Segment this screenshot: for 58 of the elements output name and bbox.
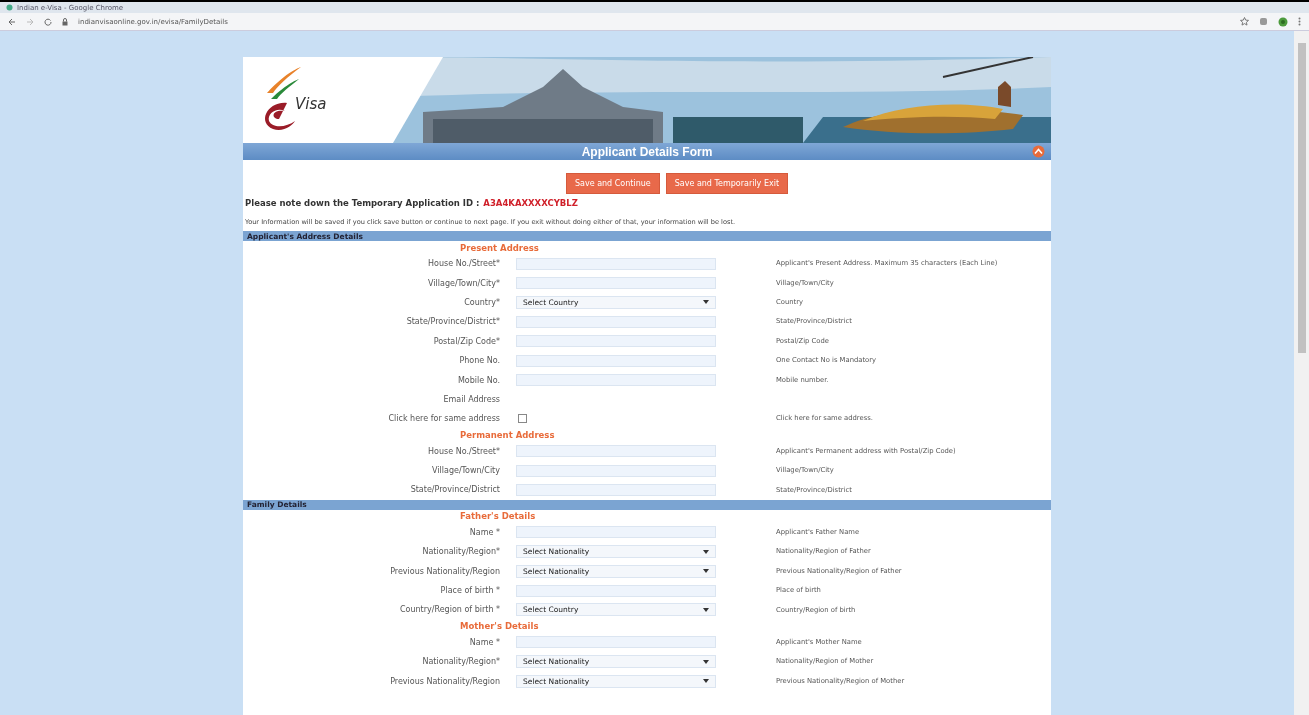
forward-icon[interactable] bbox=[26, 17, 34, 26]
field-label: Mobile No. bbox=[456, 375, 501, 385]
field-label: State/Province/District bbox=[409, 485, 501, 495]
caret-icon bbox=[703, 659, 709, 664]
field-label: Country* bbox=[463, 297, 501, 307]
group-heading: Father's Details bbox=[459, 510, 537, 523]
field-label: Village/Town/City* bbox=[427, 278, 501, 288]
field-label: House No./Street* bbox=[427, 259, 501, 269]
reload-icon[interactable] bbox=[44, 17, 52, 26]
temp-id-label: Please note down the Temporary Application ID : bbox=[245, 198, 480, 208]
field-label: Country/Region of birth * bbox=[399, 605, 501, 615]
field-label: Nationality/Region* bbox=[421, 547, 501, 557]
text-field[interactable] bbox=[516, 335, 716, 348]
field-label: Phone No. bbox=[458, 356, 501, 366]
checkbox[interactable] bbox=[518, 414, 527, 424]
text-field[interactable] bbox=[516, 464, 716, 477]
text-field[interactable] bbox=[516, 636, 716, 649]
text-field[interactable] bbox=[516, 257, 716, 270]
lock-icon bbox=[62, 17, 68, 26]
group-heading: Mother's Details bbox=[459, 620, 540, 633]
caret-icon bbox=[703, 569, 709, 574]
field-label: Previous Nationality/Region bbox=[389, 566, 501, 576]
text-field[interactable] bbox=[516, 445, 716, 458]
field-label: Click here for same address bbox=[387, 414, 501, 424]
caret-icon bbox=[703, 549, 709, 554]
text-field[interactable] bbox=[516, 315, 716, 328]
field-label: Place of birth * bbox=[439, 586, 501, 596]
browser-icon bbox=[6, 4, 13, 11]
field-label: House No./Street* bbox=[427, 446, 501, 456]
group-heading: Present Address bbox=[459, 241, 540, 254]
field-label: Email Address bbox=[442, 394, 501, 404]
caret-icon bbox=[703, 300, 709, 305]
text-field[interactable] bbox=[516, 354, 716, 367]
menu-icon[interactable] bbox=[1298, 17, 1301, 26]
text-field[interactable] bbox=[516, 584, 716, 597]
form-title: Applicant Details Form bbox=[581, 144, 713, 159]
back-icon[interactable] bbox=[8, 17, 16, 26]
star-icon[interactable] bbox=[1240, 17, 1249, 26]
field-label: Name * bbox=[468, 527, 501, 537]
field-label: Name * bbox=[468, 637, 501, 647]
text-field[interactable] bbox=[516, 526, 716, 539]
caret-icon bbox=[703, 679, 709, 684]
field-label: Postal/Zip Code* bbox=[432, 336, 501, 346]
text-field[interactable] bbox=[516, 374, 716, 387]
field-label: Village/Town/City bbox=[431, 466, 501, 476]
extension-icon[interactable] bbox=[1259, 17, 1268, 26]
field-label: Nationality/Region* bbox=[421, 657, 501, 667]
avatar-icon[interactable] bbox=[1278, 16, 1288, 27]
text-field[interactable] bbox=[516, 484, 716, 496]
scrollbar[interactable] bbox=[1294, 31, 1309, 715]
collapse-icon[interactable] bbox=[1032, 145, 1045, 158]
temp-id-value: A3A4KAXXXXCYBLZ bbox=[483, 198, 578, 208]
caret-icon bbox=[703, 607, 709, 612]
text-field[interactable] bbox=[516, 277, 716, 290]
group-heading: Permanent Address bbox=[459, 429, 556, 442]
logo-text: Visa bbox=[295, 95, 327, 113]
field-label: Previous Nationality/Region bbox=[389, 676, 501, 686]
field-label: State/Province/District* bbox=[405, 317, 501, 327]
